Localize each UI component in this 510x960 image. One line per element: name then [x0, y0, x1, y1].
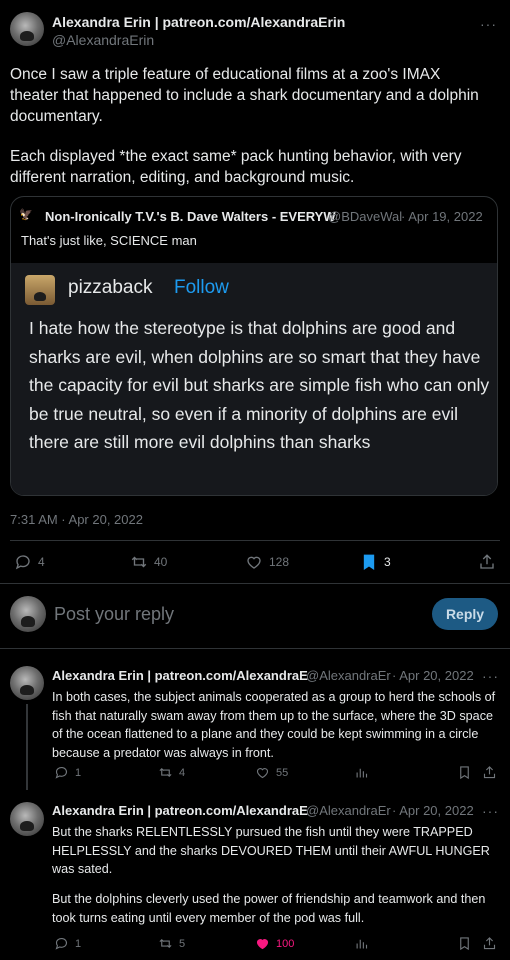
divider: [10, 540, 500, 541]
divider: [0, 648, 510, 649]
analytics-action[interactable]: [354, 936, 369, 951]
retweet-icon: [131, 556, 147, 568]
reply-avatar[interactable]: [10, 802, 44, 836]
share-icon: [483, 766, 496, 779]
author-name[interactable]: Alexandra Erin | patreon.com/AlexandraEr…: [52, 14, 345, 30]
quoted-tweet[interactable]: 🦅 Non-Ironically T.V.'s B. Dave Walters …: [10, 196, 498, 496]
bookmark-action[interactable]: [457, 765, 472, 780]
heart-icon: [256, 768, 269, 779]
analytics-icon: [356, 939, 368, 949]
share-icon: [483, 937, 496, 950]
heart-icon: [247, 556, 261, 569]
quoted-avatar: 🦅: [19, 209, 33, 221]
retweet-icon: [159, 938, 172, 949]
reply-button[interactable]: Reply: [432, 598, 498, 630]
share-icon: [480, 554, 494, 569]
analytics-icon: [356, 768, 368, 778]
reply-icon: [55, 766, 68, 779]
retweet-action[interactable]: 40: [130, 553, 167, 571]
quoted-text: That's just like, SCIENCE man: [21, 233, 197, 248]
reply-action[interactable]: 1: [54, 765, 81, 780]
reply-avatar[interactable]: [10, 666, 44, 700]
retweet-action[interactable]: 5: [158, 936, 185, 951]
more-options-icon[interactable]: ···: [482, 668, 499, 684]
tweet-text-2: Each displayed *the exact same* pack hun…: [10, 148, 462, 186]
reply-handle[interactable]: @AlexandraEr: [306, 668, 391, 683]
bookmark-action[interactable]: [457, 936, 472, 951]
share-action[interactable]: [478, 553, 496, 571]
more-options-icon[interactable]: ···: [482, 803, 499, 819]
tweet-text: Once I saw a triple feature of education…: [10, 66, 479, 125]
embedded-text: I hate how the stereotype is that dolphi…: [29, 318, 490, 452]
reply-date[interactable]: · Apr 20, 2022: [392, 668, 474, 683]
reply-input[interactable]: Post your reply: [54, 604, 174, 625]
retweet-action[interactable]: 4: [158, 765, 185, 780]
reply-icon: [55, 937, 68, 950]
embedded-name: pizzaback: [68, 277, 153, 298]
reply-author-name[interactable]: Alexandra Erin | patreon.com/AlexandraE: [52, 668, 308, 683]
bookmark-action[interactable]: 3: [360, 553, 391, 571]
reply-text-2: But the dolphins cleverly used the power…: [52, 892, 486, 925]
quoted-date: · Apr 19, 2022: [401, 209, 483, 224]
thread-line: [26, 704, 28, 790]
divider: [0, 583, 510, 584]
analytics-action[interactable]: [354, 765, 369, 780]
author-avatar[interactable]: [10, 12, 44, 46]
quoted-handle: @BDaveWal: [328, 209, 403, 224]
like-action[interactable]: 55: [255, 765, 288, 780]
share-action[interactable]: [482, 765, 497, 780]
reply-handle[interactable]: @AlexandraEr: [306, 803, 391, 818]
reply-date[interactable]: · Apr 20, 2022: [392, 803, 474, 818]
user-avatar[interactable]: [10, 596, 46, 632]
heart-filled-icon: [256, 939, 269, 950]
like-action[interactable]: 100: [255, 936, 294, 951]
timestamp[interactable]: 7:31 AM · Apr 20, 2022: [10, 512, 143, 527]
bookmark-icon: [460, 937, 469, 951]
reply-action[interactable]: 4: [14, 553, 45, 571]
quoted-author-name: Non-Ironically T.V.'s B. Dave Walters - …: [45, 209, 336, 224]
reply-text: In both cases, the subject animals coope…: [52, 690, 496, 760]
bookmark-icon: [363, 554, 375, 571]
reply-action[interactable]: 1: [54, 936, 81, 951]
bookmark-icon: [460, 766, 469, 780]
share-action[interactable]: [482, 936, 497, 951]
follow-link[interactable]: Follow: [174, 277, 229, 299]
reply-author-name[interactable]: Alexandra Erin | patreon.com/AlexandraE: [52, 803, 308, 818]
retweet-icon: [159, 767, 172, 778]
embedded-post-card: pizzaback Follow I hate how the stereoty…: [11, 263, 497, 495]
embedded-avatar: [25, 275, 55, 305]
like-action[interactable]: 128: [245, 553, 289, 571]
reply-icon: [15, 555, 30, 570]
more-options-icon[interactable]: ···: [480, 16, 497, 32]
author-handle[interactable]: @AlexandraErin: [52, 32, 154, 48]
reply-text: But the sharks RELENTLESSLY pursued the …: [52, 825, 490, 876]
